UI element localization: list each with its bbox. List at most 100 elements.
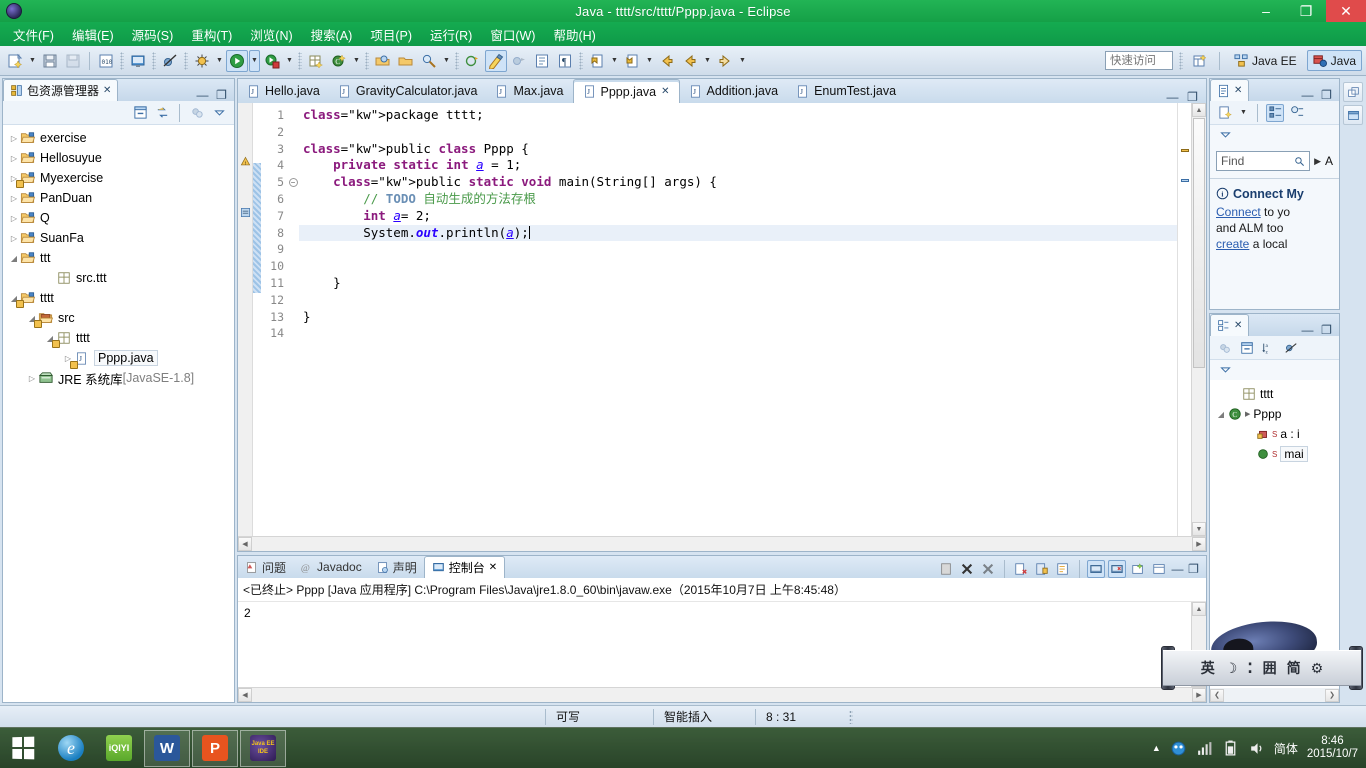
tree-item-tttt[interactable]: ◢ tttt — [3, 288, 234, 308]
scroll-down-icon[interactable]: ▼ — [1192, 522, 1206, 536]
new-task-dropdown-icon[interactable]: ▼ — [1238, 102, 1249, 124]
open-resource-icon[interactable] — [395, 50, 417, 72]
fold-marker[interactable] — [287, 225, 299, 242]
editor-tab-addition-java[interactable]: J Addition.java — [680, 79, 788, 103]
editor-tab-pppp-java[interactable]: J Pppp.java ✕ — [572, 79, 680, 103]
previous-edit-dropdown-icon[interactable]: ▼ — [644, 50, 655, 72]
collapse-all-icon[interactable] — [1238, 339, 1256, 357]
outline-item-tttt[interactable]: tttt — [1210, 384, 1339, 404]
package-explorer-tree[interactable]: ▷ exercise ▷ Hellosuyue ▷ Myexercise ▷ PanDuan ▷… — [3, 125, 234, 702]
pin-console-icon[interactable] — [1054, 560, 1072, 578]
restore-icon[interactable] — [1343, 82, 1363, 102]
display-selected-console-icon[interactable] — [1012, 560, 1030, 578]
menu-file[interactable]: 文件(F) — [4, 22, 63, 47]
save-all-icon[interactable] — [62, 50, 84, 72]
console-tab-declaration[interactable]: 声明 — [369, 556, 424, 578]
tab-package-explorer[interactable]: 包资源管理器 ✕ — [3, 79, 119, 101]
maximize-view-icon[interactable]: ❐ — [215, 88, 228, 102]
fold-marker[interactable] — [287, 208, 299, 225]
ime-item[interactable]: 英 — [1201, 658, 1215, 678]
back-dropdown-icon[interactable]: ▼ — [702, 50, 713, 72]
editor-overview-ruler[interactable] — [1177, 103, 1191, 536]
tree-item-src[interactable]: ◢ src — [3, 308, 234, 328]
link-with-editor-icon[interactable] — [153, 104, 171, 122]
new-wizard-icon[interactable] — [4, 50, 26, 72]
overview-task-mark[interactable] — [1181, 179, 1189, 182]
console-output-area[interactable]: 2 ▲ ▼ — [238, 602, 1206, 687]
close-icon[interactable]: ✕ — [103, 85, 111, 96]
twisty-collapsed-icon[interactable]: ▷ — [9, 154, 19, 163]
tree-item-pppp-java[interactable]: ▷ J Pppp.java — [3, 348, 234, 369]
close-icon[interactable]: ✕ — [489, 562, 497, 573]
ime-item[interactable]: ⚙ — [1311, 660, 1324, 677]
tree-item-hellosuyue[interactable]: ▷ Hellosuyue — [3, 148, 234, 168]
editor-horizontal-scrollbar[interactable]: ◀ ▶ — [238, 536, 1206, 551]
editor-folding-column[interactable]: − — [287, 103, 299, 536]
fold-marker[interactable] — [287, 107, 299, 124]
task-find-input[interactable]: Find — [1216, 151, 1311, 171]
external-tools-dropdown-icon[interactable]: ▼ — [284, 50, 295, 72]
search-icon[interactable] — [418, 50, 440, 72]
fold-marker[interactable] — [287, 258, 299, 275]
maximize-view-icon[interactable]: ❐ — [1187, 562, 1200, 576]
code-line[interactable] — [299, 292, 1177, 309]
last-edit-dropdown-icon[interactable]: ▼ — [609, 50, 620, 72]
skip-breakpoints-icon[interactable] — [159, 50, 181, 72]
warning-marker-icon[interactable]: ! — [240, 156, 251, 167]
maximize-view-icon[interactable]: ❐ — [1320, 88, 1333, 102]
console-scroll-right-icon[interactable]: ▶ — [1192, 688, 1206, 702]
toggle-mark-occurrences-icon[interactable] — [485, 49, 507, 72]
fold-marker[interactable] — [287, 124, 299, 141]
taskbar-wps-writer[interactable]: W — [144, 729, 190, 767]
new-class-dropdown-icon[interactable]: ▼ — [351, 50, 362, 72]
battery-icon[interactable] — [1222, 740, 1239, 757]
console-horizontal-scrollbar[interactable]: ◀ ▶ — [238, 687, 1206, 702]
code-line[interactable]: } — [299, 309, 1177, 326]
code-line[interactable]: class="kw">public static void main(Strin… — [299, 174, 1177, 191]
tree-item-tttt[interactable]: ◢ tttt — [3, 328, 234, 348]
open-console-icon[interactable] — [127, 50, 149, 72]
search-dropdown-icon[interactable]: ▼ — [441, 50, 452, 72]
outline-expand-icon[interactable]: ▶ — [1245, 410, 1250, 418]
menu-window[interactable]: 窗口(W) — [481, 22, 544, 47]
editor-vertical-scrollbar[interactable]: ▲ ▼ — [1191, 103, 1206, 536]
open-perspective-icon[interactable] — [1189, 50, 1211, 72]
run-external-tools-icon[interactable] — [261, 50, 283, 72]
minimize-view-icon[interactable]: — — [196, 88, 209, 102]
volume-icon[interactable] — [1248, 740, 1265, 757]
editor-tab-gravitycalculator-java[interactable]: J GravityCalculator.java — [329, 79, 487, 103]
previous-edit-icon[interactable] — [621, 50, 643, 72]
view-menu-icon[interactable] — [210, 104, 228, 122]
maximize-editor-icon[interactable]: ❐ — [1186, 90, 1199, 104]
collapse-all-icon[interactable] — [131, 104, 149, 122]
outline-scroll-left-icon[interactable]: ❮ — [1210, 688, 1224, 702]
code-line[interactable] — [299, 124, 1177, 141]
tree-item-exercise[interactable]: ▷ exercise — [3, 128, 234, 148]
debug-icon[interactable] — [191, 50, 213, 72]
tray-language[interactable]: 简体 — [1274, 740, 1298, 757]
show-console-on-output-icon[interactable] — [1087, 560, 1105, 578]
fold-collapse-icon[interactable]: − — [288, 178, 298, 188]
overview-warning-mark[interactable] — [1181, 149, 1189, 152]
focus-icon[interactable] — [1216, 339, 1234, 357]
fold-marker[interactable] — [287, 325, 299, 342]
create-link[interactable]: create — [1216, 237, 1249, 251]
tray-clock[interactable]: 8:46 2015/10/7 — [1307, 735, 1358, 761]
code-line[interactable]: private static int a = 1; — [299, 157, 1177, 174]
menu-refactor[interactable]: 重构(T) — [182, 22, 241, 47]
tree-item-jre-[interactable]: ▷ JRE 系统库 [JavaSE-1.8] — [3, 368, 234, 388]
fold-marker[interactable] — [287, 275, 299, 292]
tab-outline[interactable]: ✕ — [1210, 314, 1250, 336]
code-line[interactable]: class="kw">public class Pppp { — [299, 141, 1177, 158]
show-whitespace-icon[interactable] — [531, 50, 553, 72]
clear-console-icon[interactable] — [937, 560, 955, 578]
close-icon[interactable]: ✕ — [661, 86, 669, 97]
scroll-up-icon[interactable]: ▲ — [1192, 103, 1206, 117]
restore-button[interactable]: ❐ — [1286, 0, 1326, 22]
taskbar-wps-presentation[interactable]: P — [192, 729, 238, 767]
ime-item[interactable]: ⁚ — [1247, 660, 1252, 677]
taskbar-eclipse[interactable]: Java EE IDE — [240, 729, 286, 767]
new-wizard-dropdown-icon[interactable]: ▼ — [27, 50, 38, 72]
editor-marker-column[interactable]: ! — [238, 103, 253, 536]
last-edit-location-icon[interactable] — [586, 50, 608, 72]
